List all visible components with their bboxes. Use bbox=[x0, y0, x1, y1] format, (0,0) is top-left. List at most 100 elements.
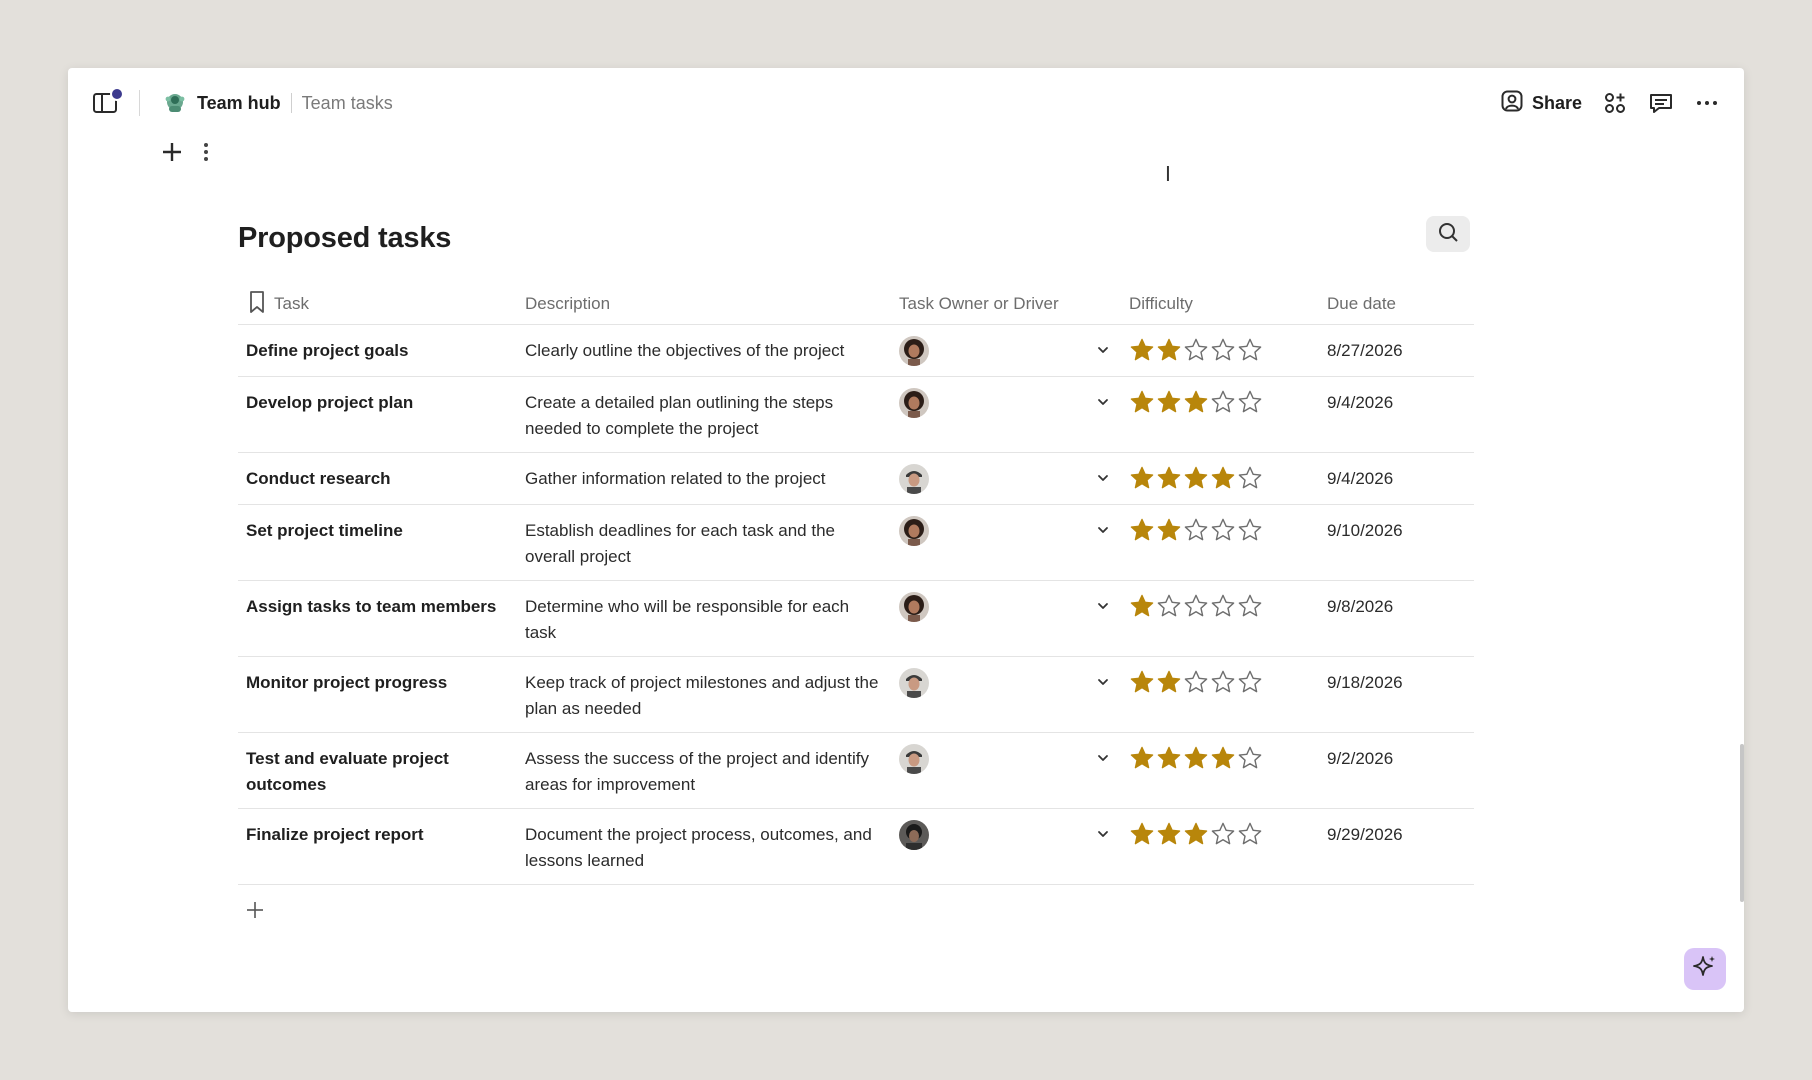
description-cell[interactable]: Create a detailed plan outlining the ste… bbox=[517, 376, 891, 453]
scrollbar[interactable] bbox=[1740, 744, 1744, 902]
sidebar-toggle-icon[interactable] bbox=[92, 87, 124, 116]
star-icon[interactable] bbox=[1156, 517, 1182, 543]
star-icon[interactable] bbox=[1183, 669, 1209, 695]
avatar[interactable] bbox=[899, 592, 929, 622]
chevron-down-icon[interactable] bbox=[1093, 596, 1113, 616]
task-cell[interactable]: Assign tasks to team members bbox=[238, 580, 517, 657]
owner-cell[interactable] bbox=[891, 324, 1121, 377]
difficulty-cell[interactable] bbox=[1121, 732, 1319, 809]
avatar[interactable] bbox=[899, 336, 929, 366]
difficulty-cell[interactable] bbox=[1121, 504, 1319, 581]
ai-assistant-button[interactable] bbox=[1684, 948, 1726, 990]
star-rating[interactable] bbox=[1129, 465, 1311, 491]
table-row[interactable]: Test and evaluate project outcomes Assess… bbox=[238, 732, 1474, 809]
star-rating[interactable] bbox=[1129, 389, 1311, 415]
table-row[interactable]: Conduct research Gather information relat… bbox=[238, 452, 1474, 505]
star-rating[interactable] bbox=[1129, 669, 1311, 695]
task-cell[interactable]: Finalize project report bbox=[238, 808, 517, 885]
table-row[interactable]: Finalize project report Document the proj… bbox=[238, 808, 1474, 885]
comment-icon[interactable] bbox=[1648, 90, 1674, 116]
star-icon[interactable] bbox=[1237, 745, 1263, 771]
owner-cell[interactable] bbox=[891, 808, 1121, 885]
search-button[interactable] bbox=[1426, 216, 1470, 252]
star-icon[interactable] bbox=[1210, 389, 1236, 415]
difficulty-cell[interactable] bbox=[1121, 580, 1319, 657]
plus-icon[interactable] bbox=[160, 140, 184, 164]
due-date-cell[interactable]: 9/2/2026 bbox=[1319, 732, 1474, 809]
column-header-due-date[interactable]: Due date bbox=[1319, 284, 1474, 325]
star-icon[interactable] bbox=[1129, 389, 1155, 415]
chevron-down-icon[interactable] bbox=[1093, 468, 1113, 488]
difficulty-cell[interactable] bbox=[1121, 808, 1319, 885]
task-cell[interactable]: Conduct research bbox=[238, 452, 517, 505]
star-icon[interactable] bbox=[1237, 821, 1263, 847]
column-header-description[interactable]: Description bbox=[517, 284, 891, 325]
chevron-down-icon[interactable] bbox=[1093, 748, 1113, 768]
avatar[interactable] bbox=[899, 464, 929, 494]
star-icon[interactable] bbox=[1156, 821, 1182, 847]
due-date-cell[interactable]: 9/4/2026 bbox=[1319, 452, 1474, 505]
due-date-cell[interactable]: 9/4/2026 bbox=[1319, 376, 1474, 453]
avatar[interactable] bbox=[899, 516, 929, 546]
star-icon[interactable] bbox=[1156, 669, 1182, 695]
star-icon[interactable] bbox=[1156, 337, 1182, 363]
star-icon[interactable] bbox=[1156, 389, 1182, 415]
star-rating[interactable] bbox=[1129, 517, 1311, 543]
owner-cell[interactable] bbox=[891, 580, 1121, 657]
due-date-cell[interactable]: 9/10/2026 bbox=[1319, 504, 1474, 581]
share-button[interactable]: Share bbox=[1500, 89, 1582, 118]
table-row[interactable]: Assign tasks to team members Determine wh… bbox=[238, 580, 1474, 657]
star-icon[interactable] bbox=[1129, 593, 1155, 619]
avatar[interactable] bbox=[899, 744, 929, 774]
chevron-down-icon[interactable] bbox=[1093, 824, 1113, 844]
star-icon[interactable] bbox=[1129, 337, 1155, 363]
star-icon[interactable] bbox=[1237, 593, 1263, 619]
chevron-down-icon[interactable] bbox=[1093, 672, 1113, 692]
due-date-cell[interactable]: 8/27/2026 bbox=[1319, 324, 1474, 377]
star-icon[interactable] bbox=[1183, 821, 1209, 847]
more-horizontal-icon[interactable] bbox=[1694, 90, 1720, 116]
star-icon[interactable] bbox=[1183, 745, 1209, 771]
star-icon[interactable] bbox=[1210, 337, 1236, 363]
star-icon[interactable] bbox=[1129, 821, 1155, 847]
table-row[interactable]: Define project goals Clearly outline the … bbox=[238, 324, 1474, 377]
due-date-cell[interactable]: 9/8/2026 bbox=[1319, 580, 1474, 657]
star-icon[interactable] bbox=[1210, 669, 1236, 695]
chevron-down-icon[interactable] bbox=[1093, 340, 1113, 360]
avatar[interactable] bbox=[899, 820, 929, 850]
star-rating[interactable] bbox=[1129, 821, 1311, 847]
star-icon[interactable] bbox=[1210, 593, 1236, 619]
difficulty-cell[interactable] bbox=[1121, 656, 1319, 733]
description-cell[interactable]: Clearly outline the objectives of the pr… bbox=[517, 324, 891, 377]
owner-cell[interactable] bbox=[891, 656, 1121, 733]
task-cell[interactable]: Test and evaluate project outcomes bbox=[238, 732, 517, 809]
difficulty-cell[interactable] bbox=[1121, 324, 1319, 377]
star-icon[interactable] bbox=[1183, 337, 1209, 363]
star-rating[interactable] bbox=[1129, 593, 1311, 619]
star-rating[interactable] bbox=[1129, 745, 1311, 771]
star-icon[interactable] bbox=[1129, 517, 1155, 543]
task-cell[interactable]: Develop project plan bbox=[238, 376, 517, 453]
owner-cell[interactable] bbox=[891, 452, 1121, 505]
column-header-task[interactable]: Task bbox=[238, 284, 517, 325]
star-rating[interactable] bbox=[1129, 337, 1311, 363]
table-row[interactable]: Develop project plan Create a detailed pl… bbox=[238, 376, 1474, 453]
owner-cell[interactable] bbox=[891, 732, 1121, 809]
due-date-cell[interactable]: 9/29/2026 bbox=[1319, 808, 1474, 885]
star-icon[interactable] bbox=[1210, 745, 1236, 771]
star-icon[interactable] bbox=[1129, 465, 1155, 491]
avatar[interactable] bbox=[899, 388, 929, 418]
star-icon[interactable] bbox=[1237, 669, 1263, 695]
add-row-button[interactable] bbox=[244, 899, 266, 921]
task-cell[interactable]: Monitor project progress bbox=[238, 656, 517, 733]
more-vertical-icon[interactable] bbox=[202, 141, 210, 163]
hub-name-link[interactable]: Team hub bbox=[197, 93, 281, 114]
star-icon[interactable] bbox=[1237, 517, 1263, 543]
description-cell[interactable]: Keep track of project milestones and adj… bbox=[517, 656, 891, 733]
star-icon[interactable] bbox=[1210, 821, 1236, 847]
owner-cell[interactable] bbox=[891, 376, 1121, 453]
star-icon[interactable] bbox=[1156, 593, 1182, 619]
due-date-cell[interactable]: 9/18/2026 bbox=[1319, 656, 1474, 733]
star-icon[interactable] bbox=[1237, 337, 1263, 363]
star-icon[interactable] bbox=[1156, 745, 1182, 771]
